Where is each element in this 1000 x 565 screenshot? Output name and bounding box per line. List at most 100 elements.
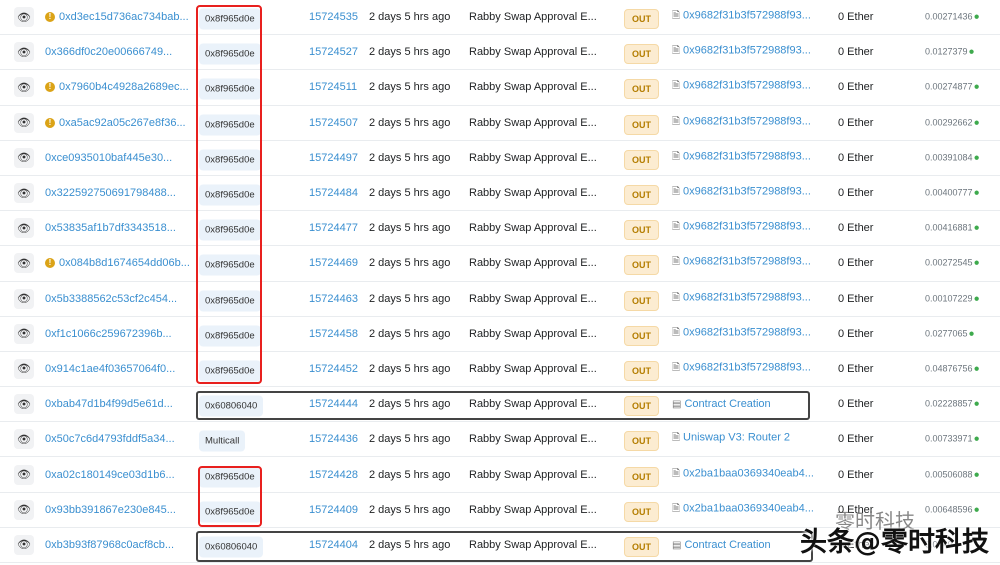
direction-badge: OUT bbox=[624, 360, 659, 381]
block-link[interactable]: 15724463 bbox=[309, 293, 358, 305]
gas-bulb-icon[interactable]: ● bbox=[974, 152, 980, 163]
from-address[interactable]: Rabby Swap Approval E... bbox=[469, 257, 597, 269]
block-link[interactable]: 15724452 bbox=[309, 363, 358, 375]
from-address[interactable]: Rabby Swap Approval E... bbox=[469, 11, 597, 23]
txn-hash-link[interactable]: ! 0x7960b4c4928a2689ec... bbox=[45, 81, 189, 93]
eye-icon[interactable]: 👁 bbox=[14, 464, 34, 485]
block-link[interactable]: 15724484 bbox=[309, 187, 358, 199]
txn-hash-link[interactable]: 0xbab47d1b4f99d5e61d... bbox=[45, 398, 173, 410]
from-address[interactable]: Rabby Swap Approval E... bbox=[469, 293, 597, 305]
eye-icon[interactable]: 👁 bbox=[14, 499, 34, 520]
eye-icon[interactable]: 👁 bbox=[14, 429, 34, 450]
block-link[interactable]: 15724436 bbox=[309, 433, 358, 445]
eye-icon[interactable]: 👁 bbox=[14, 323, 34, 344]
gas-bulb-icon[interactable]: ● bbox=[974, 117, 980, 128]
from-address[interactable]: Rabby Swap Approval E... bbox=[469, 81, 597, 93]
txn-hash-link[interactable]: 0xb3b93f87968c0acf8cb... bbox=[45, 539, 174, 551]
eye-icon[interactable]: 👁 bbox=[14, 77, 34, 98]
direction-badge: OUT bbox=[624, 220, 659, 241]
to-address-link[interactable]: 🗎 Uniswap V3: Router 2 bbox=[672, 431, 790, 448]
gas-bulb-icon[interactable]: ● bbox=[974, 469, 980, 480]
txn-hash-link[interactable]: 0x5b3388562c53cf2c454... bbox=[45, 293, 177, 305]
transactions-table: 👁 ! 0xd3ec15d736ac734bab... 0x8f965d0e 15… bbox=[0, 0, 1000, 563]
block-link[interactable]: 15724428 bbox=[309, 469, 358, 481]
contract-doc-icon: 🗎 bbox=[672, 362, 681, 374]
from-address[interactable]: Rabby Swap Approval E... bbox=[469, 222, 597, 234]
gas-bulb-icon[interactable]: ● bbox=[974, 363, 980, 374]
gas-bulb-icon[interactable]: ● bbox=[974, 82, 980, 93]
gas-bulb-icon[interactable]: ● bbox=[974, 12, 980, 23]
contract-doc-icon: 🗎 bbox=[672, 432, 681, 444]
to-address-link[interactable]: 🗎 0x9682f31b3f572988f93... bbox=[672, 185, 811, 202]
eye-icon[interactable]: 👁 bbox=[14, 112, 34, 133]
txn-hash-link[interactable]: 0xce0935010baf445e30... bbox=[45, 152, 172, 164]
gas-bulb-icon[interactable]: ● bbox=[974, 293, 980, 304]
to-address-link[interactable]: 🗎 0x9682f31b3f572988f93... bbox=[672, 255, 811, 272]
from-address[interactable]: Rabby Swap Approval E... bbox=[469, 117, 597, 129]
gas-bulb-icon[interactable]: ● bbox=[969, 47, 975, 58]
txn-hash-link[interactable]: ! 0xa5ac92a05c267e8f36... bbox=[45, 117, 186, 129]
eye-icon[interactable]: 👁 bbox=[14, 42, 34, 63]
txn-hash-link[interactable]: 0x50c7c6d4793fddf5a34... bbox=[45, 433, 175, 445]
contract-doc-icon: 🗎 bbox=[672, 10, 681, 22]
value: 0 Ether bbox=[838, 116, 874, 129]
eye-icon[interactable]: 👁 bbox=[14, 253, 34, 274]
txn-hash-link[interactable]: 0x914c1ae4f03657064f0... bbox=[45, 363, 175, 375]
block-link[interactable]: 15724527 bbox=[309, 46, 358, 58]
txn-hash-link[interactable]: 0x322592750691798488... bbox=[45, 187, 176, 199]
from-address[interactable]: Rabby Swap Approval E... bbox=[469, 504, 597, 516]
eye-icon[interactable]: 👁 bbox=[14, 147, 34, 168]
txn-hash-link[interactable]: 0xa02c180149ce03d1b6... bbox=[45, 469, 175, 481]
to-address-link[interactable]: 🗎 0x9682f31b3f572988f93... bbox=[672, 360, 811, 377]
eye-icon[interactable]: 👁 bbox=[14, 218, 34, 239]
watermark: 头条@零时科技 bbox=[800, 527, 989, 558]
to-address-link[interactable]: 🗎 0x9682f31b3f572988f93... bbox=[672, 114, 811, 131]
to-address-link[interactable]: 🗎 0x9682f31b3f572988f93... bbox=[672, 220, 811, 237]
block-link[interactable]: 15724535 bbox=[309, 11, 358, 23]
from-address[interactable]: Rabby Swap Approval E... bbox=[469, 46, 597, 58]
block-link[interactable]: 15724477 bbox=[309, 222, 358, 234]
block-link[interactable]: 15724469 bbox=[309, 257, 358, 269]
to-address-link[interactable]: 🗎 0x9682f31b3f572988f93... bbox=[672, 9, 811, 26]
gas-bulb-icon[interactable]: ● bbox=[974, 434, 980, 445]
txn-hash-link[interactable]: ! 0x084b8d1674654dd06b... bbox=[45, 257, 190, 269]
txn-hash-link[interactable]: 0x93bb391867e230e845... bbox=[45, 504, 176, 516]
fee-value: 0.00733971 bbox=[925, 433, 973, 444]
to-address-link[interactable]: 🗎 0x9682f31b3f572988f93... bbox=[672, 79, 811, 96]
from-address[interactable]: Rabby Swap Approval E... bbox=[469, 363, 597, 375]
gas-bulb-icon[interactable]: ● bbox=[974, 223, 980, 234]
to-address-link[interactable]: 🗎 0x9682f31b3f572988f93... bbox=[672, 44, 811, 61]
block-link[interactable]: 15724497 bbox=[309, 152, 358, 164]
gas-bulb-icon[interactable]: ● bbox=[974, 504, 980, 515]
from-address[interactable]: Rabby Swap Approval E... bbox=[469, 187, 597, 199]
contract-doc-icon: 🗎 bbox=[672, 80, 681, 92]
from-address[interactable]: Rabby Swap Approval E... bbox=[469, 152, 597, 164]
block-link[interactable]: 15724458 bbox=[309, 328, 358, 340]
eye-icon[interactable]: 👁 bbox=[14, 183, 34, 204]
block-link[interactable]: 15724409 bbox=[309, 504, 358, 516]
txn-hash: 0x53835af1b7df3343518... bbox=[45, 222, 176, 235]
txn-hash-link[interactable]: 0xf1c1066c259672396b... bbox=[45, 328, 172, 340]
from-address[interactable]: Rabby Swap Approval E... bbox=[469, 433, 597, 445]
to-address-link[interactable]: 🗎 0x9682f31b3f572988f93... bbox=[672, 290, 811, 307]
to-address-link[interactable]: 🗎 0x2ba1baa0369340eab4... bbox=[672, 466, 814, 483]
from-address[interactable]: Rabby Swap Approval E... bbox=[469, 328, 597, 340]
to-address-link[interactable]: 🗎 0x9682f31b3f572988f93... bbox=[672, 149, 811, 166]
gas-bulb-icon[interactable]: ● bbox=[974, 399, 980, 410]
eye-icon[interactable]: 👁 bbox=[14, 394, 34, 415]
txn-hash-link[interactable]: 0x53835af1b7df3343518... bbox=[45, 222, 176, 234]
eye-icon[interactable]: 👁 bbox=[14, 7, 34, 28]
eye-icon[interactable]: 👁 bbox=[14, 358, 34, 379]
eye-icon[interactable]: 👁 bbox=[14, 534, 34, 555]
to-address-link[interactable]: 🗎 0x9682f31b3f572988f93... bbox=[672, 325, 811, 342]
from-address[interactable]: Rabby Swap Approval E... bbox=[469, 469, 597, 481]
eye-icon[interactable]: 👁 bbox=[14, 288, 34, 309]
gas-bulb-icon[interactable]: ● bbox=[974, 188, 980, 199]
txn-hash-link[interactable]: ! 0xd3ec15d736ac734bab... bbox=[45, 11, 189, 23]
gas-bulb-icon[interactable]: ● bbox=[969, 328, 975, 339]
block-link[interactable]: 15724511 bbox=[309, 81, 357, 93]
block-link[interactable]: 15724507 bbox=[309, 117, 358, 129]
txn-hash-link[interactable]: 0x366df0c20e00666749... bbox=[45, 46, 172, 58]
to-address-link[interactable]: 🗎 0x2ba1baa0369340eab4... bbox=[672, 501, 814, 518]
gas-bulb-icon[interactable]: ● bbox=[974, 258, 980, 269]
